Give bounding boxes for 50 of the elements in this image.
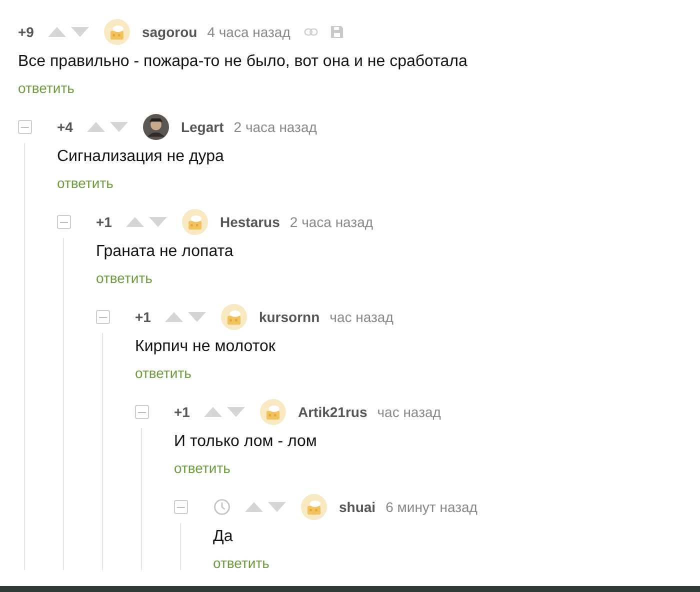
collapse-button[interactable] — [96, 310, 110, 324]
upvote-icon[interactable] — [164, 312, 183, 322]
comment-text: Все правильно - пожара-то не было, вот она и не сработала — [18, 52, 468, 72]
author-name[interactable]: Hestarus — [220, 214, 280, 230]
reply-link[interactable]: ответить — [213, 555, 270, 570]
collapse-button[interactable] — [18, 120, 32, 134]
downvote-icon[interactable] — [110, 122, 128, 132]
avatar-icon[interactable] — [142, 114, 169, 140]
comment-time[interactable]: час назад — [377, 404, 441, 420]
author-name[interactable]: sagorou — [142, 24, 198, 40]
rating-score: +4 — [57, 119, 73, 135]
rating-score: +1 — [96, 214, 112, 230]
comment-text: Граната не лопата — [96, 242, 234, 262]
comment-time[interactable]: 6 минут назад — [386, 499, 478, 515]
author-name[interactable]: kursornn — [258, 309, 320, 325]
rating-score: +1 — [135, 309, 151, 325]
comment-time[interactable]: 4 часа назад — [207, 24, 290, 40]
downvote-icon[interactable] — [226, 407, 245, 417]
comment-text: Да — [213, 527, 234, 547]
comment-time[interactable]: час назад — [330, 309, 394, 325]
comment-text: Сигнализация не дура — [57, 147, 225, 167]
save-icon[interactable] — [330, 26, 344, 38]
reply-link[interactable]: ответить — [57, 175, 114, 191]
reply-link[interactable]: ответить — [18, 80, 74, 96]
downvote-icon[interactable] — [188, 312, 206, 322]
comment-time[interactable]: 2 часа назад — [234, 119, 317, 135]
clock-icon — [213, 498, 231, 516]
downvote-icon[interactable] — [70, 27, 89, 37]
link-icon[interactable] — [304, 26, 318, 38]
downvote-icon[interactable] — [268, 502, 286, 512]
collapse-button[interactable] — [174, 500, 188, 514]
downvote-icon[interactable] — [148, 217, 167, 227]
collapse-button[interactable] — [57, 215, 71, 229]
author-name[interactable]: shuai — [339, 499, 376, 515]
upvote-icon[interactable] — [204, 407, 222, 417]
reply-link[interactable]: ответить — [96, 270, 152, 286]
author-name[interactable]: Legart — [180, 119, 224, 135]
collapse-button[interactable] — [135, 405, 149, 419]
author-name[interactable]: Artik21rus — [298, 404, 368, 420]
upvote-icon[interactable] — [48, 27, 66, 37]
upvote-icon[interactable] — [86, 122, 105, 132]
reply-link[interactable]: ответить — [135, 365, 192, 381]
upvote-icon[interactable] — [126, 217, 144, 227]
rating-score: +1 — [174, 404, 190, 420]
comment-time[interactable]: 2 часа назад — [290, 214, 374, 230]
upvote-icon[interactable] — [245, 502, 263, 512]
comment-text: И только лом - лом — [174, 432, 318, 452]
rating-score: +9 — [18, 24, 34, 40]
comment-text: Кирпич не молоток — [135, 337, 276, 357]
reply-link[interactable]: ответить — [174, 460, 230, 476]
